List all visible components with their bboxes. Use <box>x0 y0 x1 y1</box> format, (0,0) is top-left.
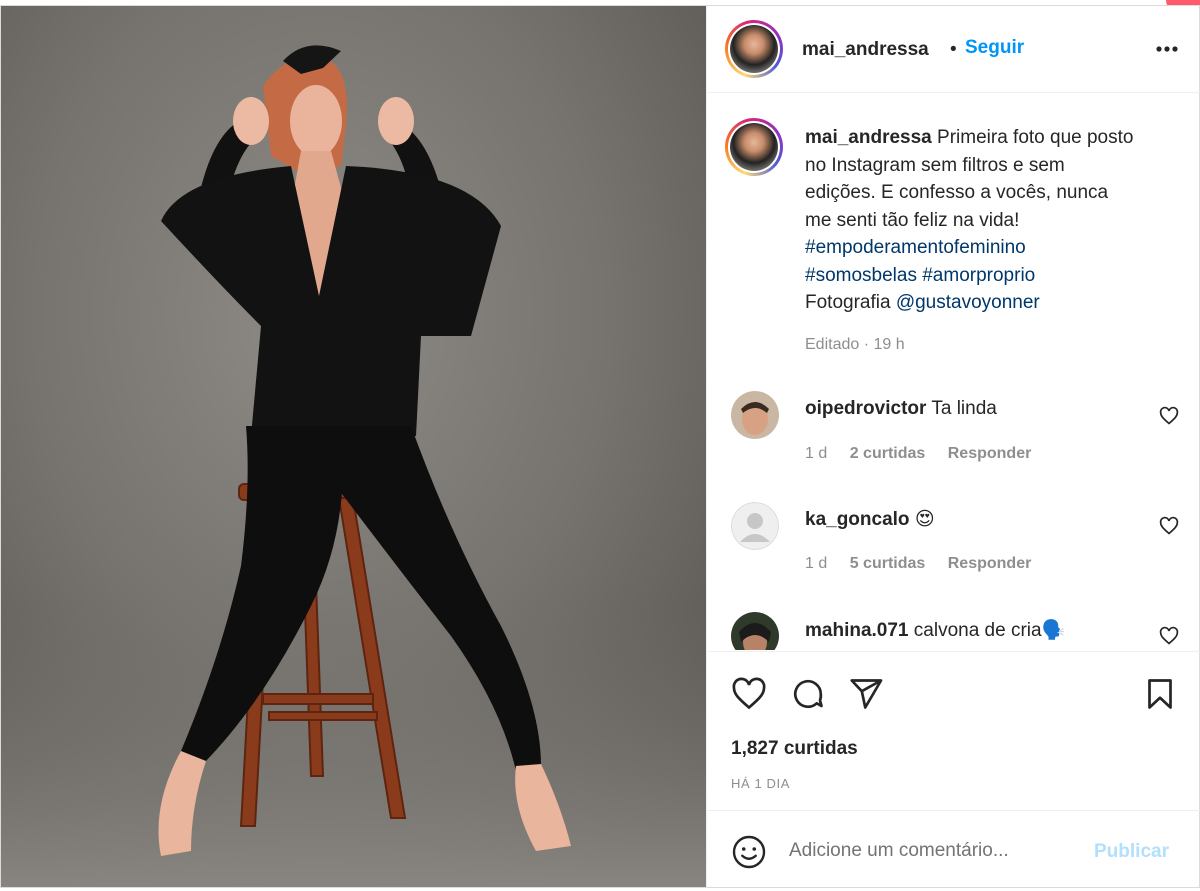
comment-likes[interactable]: 5 curtidas <box>850 555 926 572</box>
hashtag-link[interactable]: #empoderamentofeminino <box>805 237 1026 258</box>
comment-text: mahina.071 calvona de cria🗣️ <box>805 618 1065 642</box>
hashtag-link[interactable]: #somosbelas <box>805 265 917 286</box>
comments-list[interactable]: mai_andressa Primeira foto que posto no … <box>707 94 1200 650</box>
likes-count[interactable]: 1,827 curtidas <box>731 738 858 760</box>
comment-body: 😍 <box>914 509 935 530</box>
heart-icon[interactable] <box>1159 626 1179 646</box>
bookmark-icon[interactable] <box>1142 676 1178 712</box>
comment-username[interactable]: mahina.071 <box>805 620 909 641</box>
comment-item: ka_goncalo 😍 1 d 5 curtidas Responder <box>707 500 1200 600</box>
caption-username[interactable]: mai_andressa <box>805 127 932 148</box>
avatar[interactable] <box>725 20 783 78</box>
publish-button[interactable]: Publicar <box>1094 841 1169 863</box>
reply-button[interactable]: Responder <box>948 445 1032 462</box>
comment-username[interactable]: ka_goncalo <box>805 509 910 530</box>
comment-body: calvona de cria🗣️ <box>913 620 1066 641</box>
heart-icon[interactable] <box>1159 406 1179 426</box>
reply-button[interactable]: Responder <box>948 555 1032 572</box>
post-header: mai_andressa • Seguir <box>707 6 1200 93</box>
separator-dot: • <box>950 39 957 60</box>
comment-body: Ta linda <box>931 398 997 419</box>
comment-item: oipedrovictor Ta linda 1 d 2 curtidas Re… <box>707 390 1200 490</box>
post-photo[interactable] <box>1 6 706 887</box>
emoji-icon[interactable] <box>731 834 767 870</box>
comment-username[interactable]: oipedrovictor <box>805 398 926 419</box>
mention-link[interactable]: @gustavoyonner <box>896 292 1040 313</box>
comment-avatar[interactable] <box>731 612 779 650</box>
comment-meta: 1 d 2 curtidas Responder <box>805 445 1049 463</box>
caption-avatar[interactable] <box>725 118 783 176</box>
credit-label: Fotografia <box>805 292 891 313</box>
heart-icon[interactable] <box>731 676 767 712</box>
comment-text: ka_goncalo 😍 <box>805 508 935 531</box>
post-photo-illustration <box>1 6 706 887</box>
comment-input[interactable] <box>789 835 1089 867</box>
comment-text: oipedrovictor Ta linda <box>805 398 997 420</box>
comment-avatar[interactable] <box>731 391 779 439</box>
post-actions: 1,827 curtidas HÁ 1 DIA <box>707 651 1200 811</box>
heart-icon[interactable] <box>1159 516 1179 536</box>
comment-likes[interactable]: 2 curtidas <box>850 445 926 462</box>
hashtag-link[interactable]: #amorproprio <box>922 265 1035 286</box>
follow-button[interactable]: Seguir <box>965 37 1024 59</box>
post-time: HÁ 1 DIA <box>731 776 790 791</box>
post-dialog: mai_andressa • Seguir mai_andressa Prime… <box>0 5 1200 888</box>
caption-meta: Editado · 19 h <box>805 336 905 353</box>
caption-text-block: mai_andressa Primeira foto que posto no … <box>805 124 1135 317</box>
comment-bubble-icon[interactable] <box>790 676 826 712</box>
comment-age: 1 d <box>805 555 828 572</box>
comment-item: mahina.071 calvona de cria🗣️ <box>707 610 1200 650</box>
comment-meta: 1 d 5 curtidas Responder <box>805 555 1049 573</box>
add-comment-bar: Publicar <box>707 810 1200 887</box>
paper-plane-icon[interactable] <box>848 676 884 712</box>
comment-age: 1 d <box>805 445 828 462</box>
post-side-panel: mai_andressa • Seguir mai_andressa Prime… <box>706 6 1200 887</box>
comment-avatar[interactable] <box>731 502 779 550</box>
header-username[interactable]: mai_andressa <box>802 39 929 61</box>
more-options-icon[interactable] <box>1152 34 1182 64</box>
